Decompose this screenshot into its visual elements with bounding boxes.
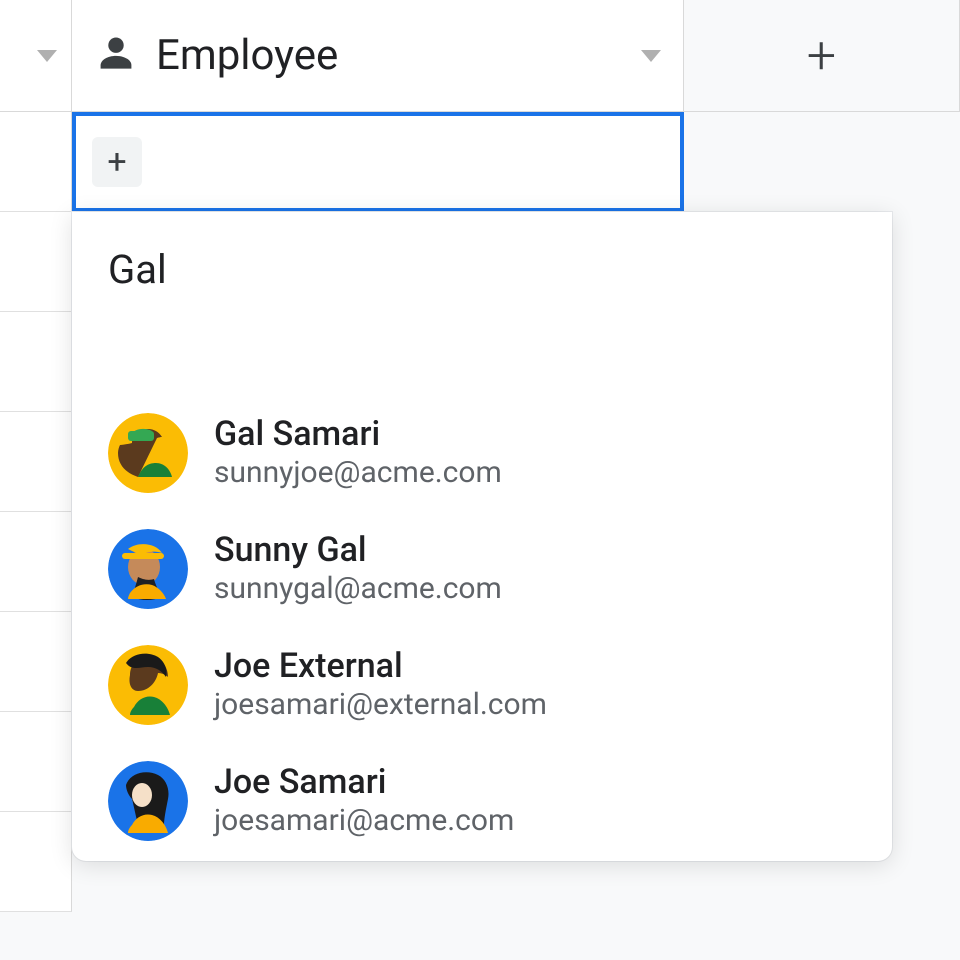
person-result[interactable]: Gal Samari sunnyjoe@acme.com — [108, 413, 856, 493]
avatar — [108, 761, 188, 841]
result-text: Sunny Gal sunnygal@acme.com — [214, 531, 502, 608]
search-input[interactable]: Gal — [108, 246, 856, 293]
avatar — [108, 529, 188, 609]
add-chip-button[interactable]: + — [92, 137, 142, 187]
avatar — [108, 645, 188, 725]
spreadsheet-view: Employee + + Gal — [0, 0, 960, 960]
employee-column-header[interactable]: Employee — [72, 0, 684, 111]
previous-column-cells — [0, 112, 72, 912]
result-text: Gal Samari sunnyjoe@acme.com — [214, 415, 502, 492]
person-result[interactable]: Joe External joesamari@external.com — [108, 645, 856, 725]
person-name: Gal Samari — [214, 415, 502, 454]
person-name: Joe External — [214, 647, 547, 686]
plus-icon: + — [107, 142, 126, 182]
person-email: joesamari@external.com — [214, 686, 547, 724]
cell[interactable] — [0, 512, 72, 612]
person-name: Sunny Gal — [214, 531, 502, 570]
person-result[interactable]: Sunny Gal sunnygal@acme.com — [108, 529, 856, 609]
results-list: Gal Samari sunnyjoe@acme.com Sunny Gal s… — [108, 413, 856, 841]
active-cell[interactable]: + — [72, 112, 684, 212]
person-email: joesamari@acme.com — [214, 802, 514, 840]
cell[interactable] — [0, 212, 72, 312]
cell[interactable] — [0, 412, 72, 512]
person-icon — [94, 32, 138, 80]
grid-body: + Gal Gal Samari sunnyjoe@acme.com — [0, 112, 960, 912]
result-text: Joe Samari joesamari@acme.com — [214, 763, 514, 840]
employee-column-cells: + Gal Gal Samari sunnyjoe@acme.com — [72, 112, 684, 912]
column-title: Employee — [156, 31, 338, 80]
person-name: Joe Samari — [214, 763, 514, 802]
previous-column-header[interactable] — [0, 0, 72, 111]
chevron-down-icon — [37, 50, 57, 62]
cell[interactable] — [0, 112, 72, 212]
column-header-row: Employee + — [0, 0, 960, 112]
add-column-button[interactable]: + — [684, 0, 960, 111]
avatar — [108, 413, 188, 493]
person-email: sunnyjoe@acme.com — [214, 454, 502, 492]
cell[interactable] — [0, 612, 72, 712]
cell[interactable] — [0, 812, 72, 912]
cell[interactable] — [0, 712, 72, 812]
person-email: sunnygal@acme.com — [214, 570, 502, 608]
person-result[interactable]: Joe Samari joesamari@acme.com — [108, 761, 856, 841]
plus-icon: + — [807, 30, 836, 82]
result-text: Joe External joesamari@external.com — [214, 647, 547, 724]
cell[interactable] — [0, 312, 72, 412]
chevron-down-icon[interactable] — [641, 50, 661, 62]
people-picker-dropdown: Gal Gal Samari sunnyjoe@acme.com — [72, 212, 892, 861]
